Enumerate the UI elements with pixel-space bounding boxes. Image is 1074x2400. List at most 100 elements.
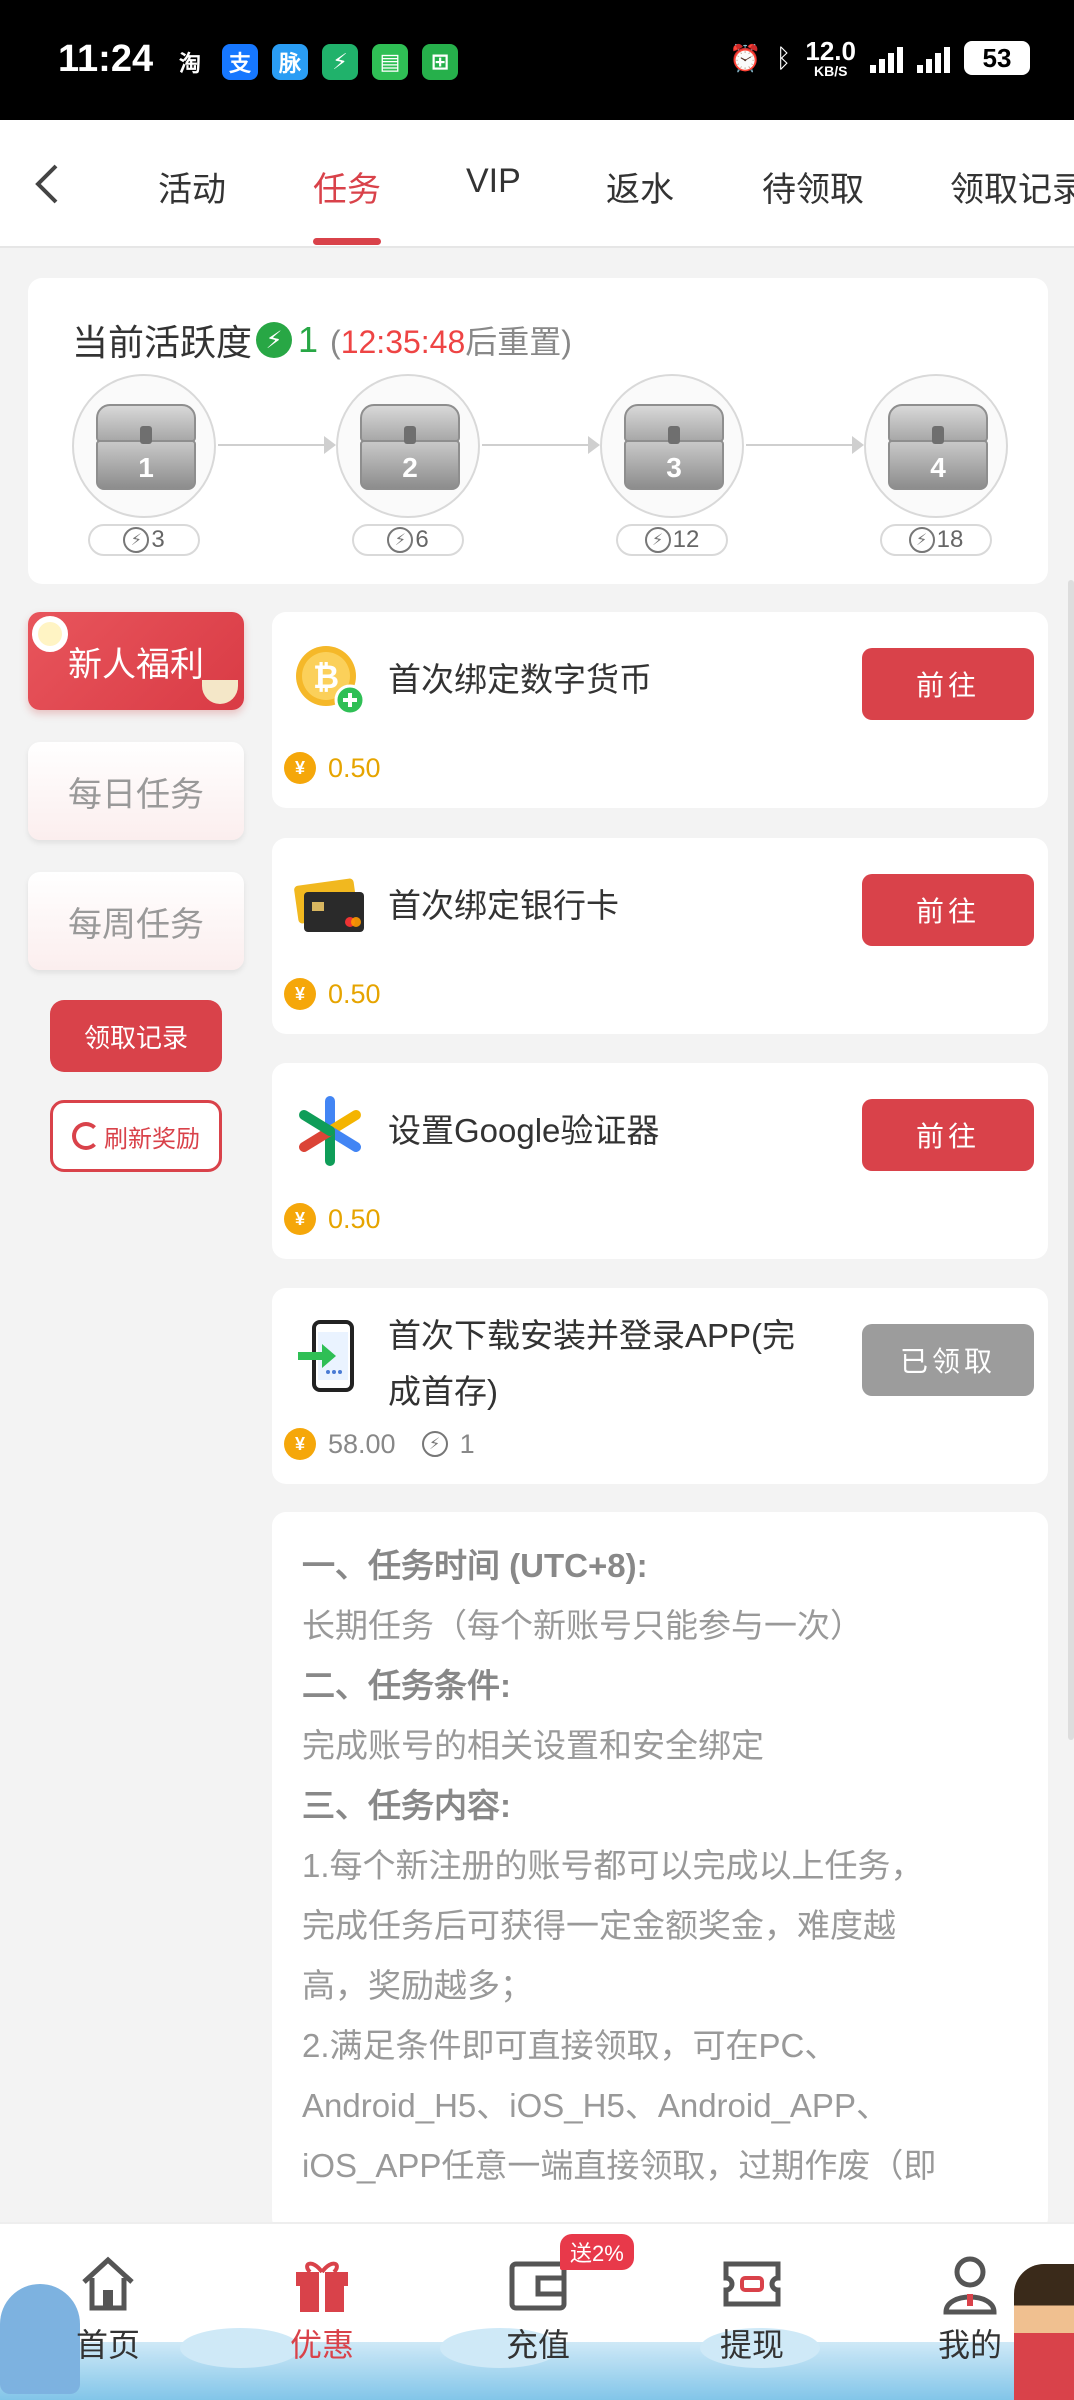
status-app-icon: ⊞ xyxy=(422,44,458,80)
nav-home[interactable]: 首页 xyxy=(38,2252,178,2366)
chest-requirement-value: 3 xyxy=(151,526,165,553)
go-button[interactable]: 前往 xyxy=(862,874,1034,946)
lightning-icon: ⚡ xyxy=(256,322,293,358)
status-app-icons: 淘支脉 ⚡ ▤ ⊞ xyxy=(172,44,458,80)
scrollbar[interactable] xyxy=(1068,580,1074,1740)
chest-number: 1 xyxy=(138,452,154,483)
top-tab-bar: 活动 任务 VIP 返水 待领取 领取记录 xyxy=(0,120,1074,248)
description-text: 完成账号的相关设置和安全绑定 xyxy=(302,1727,764,1764)
tab-tasks[interactable]: 任务 xyxy=(313,162,381,211)
description-text: 高，奖励越多； xyxy=(302,1967,533,2004)
reset-countdown: 12:35:48 xyxy=(340,324,466,360)
lightning-icon: ⚡ xyxy=(421,1431,448,1457)
status-app-icon: ⚡ xyxy=(322,44,358,80)
chest-number: 3 xyxy=(666,452,682,483)
tab-claim-records[interactable]: 领取记录 xyxy=(950,162,1074,211)
reset-suffix: 后重置) xyxy=(465,324,572,360)
tab-pending[interactable]: 待领取 xyxy=(762,162,864,211)
chest-requirement: ⚡ 6 xyxy=(352,524,464,556)
tab-vip[interactable]: VIP xyxy=(466,162,521,201)
nav-withdraw[interactable]: 提现 xyxy=(682,2252,822,2366)
chest-icon: 2 xyxy=(360,404,460,490)
go-button[interactable]: 前往 xyxy=(862,648,1034,720)
active-tab-indicator xyxy=(313,238,381,245)
activity-card: 当前活跃度 ⚡ 1 (12:35:48后重置) 1 ⚡ 3 2 ⚡ 6 3 ⚡ 12 4 ⚡ 18 xyxy=(28,278,1048,584)
nav-label: 优惠 xyxy=(289,2327,354,2363)
task-title: 首次绑定数字货币 xyxy=(388,652,652,708)
chest-requirement: ⚡ 18 xyxy=(880,524,992,556)
arrow-right-icon xyxy=(588,436,600,454)
yen-coin-icon: ¥ xyxy=(284,978,316,1010)
task-title: 设置Google验证器 xyxy=(388,1103,659,1159)
lightning-icon: ⚡ xyxy=(644,527,671,553)
description-text: 长期任务（每个新账号只能参与一次） xyxy=(302,1607,863,1644)
lightning-icon: ⚡ xyxy=(123,527,150,553)
signal-icon-2 xyxy=(917,43,950,73)
status-indicators: ⏰ ᛒ 12.0 KB/S 53 xyxy=(729,38,1030,78)
go-button[interactable]: 前往 xyxy=(862,1099,1034,1171)
status-app-icon: 淘 xyxy=(172,44,208,80)
treasure-chest[interactable]: 2 ⚡ 6 xyxy=(336,374,480,556)
activity-value: 1 xyxy=(298,319,319,360)
treasure-chest[interactable]: 1 ⚡ 3 xyxy=(72,374,216,556)
network-speed: 12.0 KB/S xyxy=(805,38,856,78)
chest-requirement-value: 6 xyxy=(415,526,429,553)
reset-timer: (12:35:48后重置) xyxy=(330,317,572,363)
chest-requirement: ⚡ 12 xyxy=(616,524,728,556)
task-title: 首次绑定银行卡 xyxy=(388,878,619,934)
bank-card-icon xyxy=(292,868,368,944)
task-title-line: 首次下载安装并登录APP(完 xyxy=(388,1317,796,1354)
yen-coin-icon: ¥ xyxy=(284,752,316,784)
tab-rebate[interactable]: 返水 xyxy=(606,162,674,211)
bluetooth-icon: ᛒ xyxy=(775,42,792,73)
treasure-chest-row: 1 ⚡ 3 2 ⚡ 6 3 ⚡ 12 4 ⚡ 18 xyxy=(72,374,1012,564)
arrow-right-icon xyxy=(324,436,336,454)
menu-label: 新人福利 xyxy=(68,645,204,684)
chest-circle: 4 xyxy=(864,374,1008,518)
nav-label: 充值 xyxy=(505,2327,570,2363)
task-title-line: 设置Google验证器 xyxy=(388,1112,660,1149)
status-app-icon: 支 xyxy=(222,44,258,80)
description-heading: 三、任务内容: xyxy=(302,1787,511,1824)
task-reward: ¥0.50 xyxy=(284,978,381,1010)
chest-circle: 3 xyxy=(600,374,744,518)
status-bar: 11:24 淘支脉 ⚡ ▤ ⊞ ⏰ ᛒ 12.0 KB/S 53 xyxy=(0,0,1074,120)
chest-requirement: ⚡ 3 xyxy=(88,524,200,556)
tab-activity[interactable]: 活动 xyxy=(158,162,226,211)
menu-weekly-tasks[interactable]: 每周任务 xyxy=(28,872,244,970)
chest-requirement-value: 12 xyxy=(672,526,700,553)
network-speed-value: 12.0 xyxy=(805,36,856,66)
reward-activity: 1 xyxy=(459,1428,475,1459)
description-heading: 二、任务条件: xyxy=(302,1667,511,1704)
claim-record-button[interactable]: 领取记录 xyxy=(50,1000,222,1072)
refresh-rewards-button[interactable]: 刷新奖励 xyxy=(50,1100,222,1172)
menu-newcomer-benefits[interactable]: 新人福利 xyxy=(28,612,244,710)
yen-coin-icon: ¥ xyxy=(284,1203,316,1235)
task-title-line: 成首存) xyxy=(388,1373,498,1410)
arrow-right-icon xyxy=(852,436,864,454)
description-text: iOS_APP任意一端直接领取，过期作废（即 xyxy=(302,2147,937,2184)
description-heading: 一、任务时间 (UTC+8): xyxy=(302,1547,648,1584)
network-speed-unit: KB/S xyxy=(813,63,848,79)
google-authenticator-icon xyxy=(292,1093,368,1169)
chest-connector xyxy=(746,444,856,446)
task-card: ₿ 首次绑定数字货币 前往 ¥0.50 xyxy=(272,612,1048,808)
claimed-button: 已领取 xyxy=(862,1324,1034,1396)
lightning-icon: ⚡ xyxy=(387,527,414,553)
chest-icon: 4 xyxy=(888,404,988,490)
refresh-icon xyxy=(72,1122,100,1150)
alarm-icon: ⏰ xyxy=(729,42,762,73)
task-reward: ¥0.50 xyxy=(284,752,381,784)
chevron-left-icon[interactable] xyxy=(28,160,68,208)
treasure-chest[interactable]: 3 ⚡ 12 xyxy=(600,374,744,556)
refresh-label: 刷新奖励 xyxy=(104,1125,200,1153)
description-text: 2.满足条件即可直接领取，可在PC、 xyxy=(302,2027,838,2064)
battery-icon: 53 xyxy=(964,41,1030,75)
status-time: 11:24 xyxy=(58,38,154,80)
nav-promotions[interactable]: 优惠 xyxy=(252,2252,392,2366)
yen-coin-icon: ¥ xyxy=(284,1428,316,1460)
treasure-chest[interactable]: 4 ⚡ 18 xyxy=(864,374,1008,556)
nav-profile[interactable]: 我的 xyxy=(900,2252,1040,2366)
menu-daily-tasks[interactable]: 每日任务 xyxy=(28,742,244,840)
chest-requirement-value: 18 xyxy=(936,526,964,553)
